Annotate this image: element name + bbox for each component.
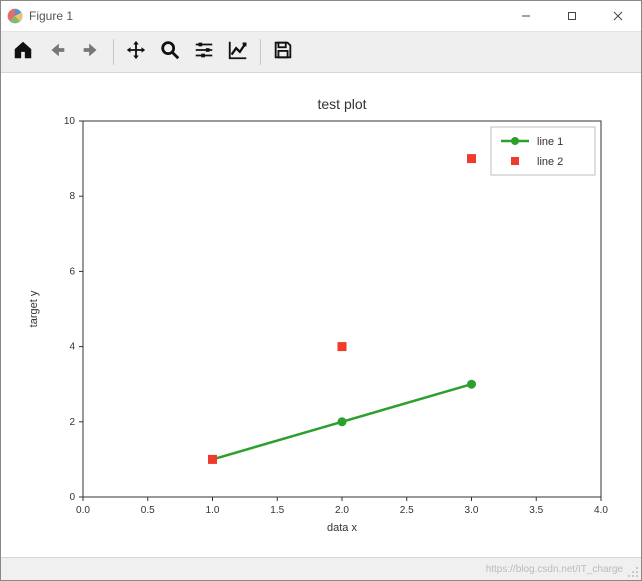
toolbar-separator (113, 39, 114, 65)
home-icon (12, 39, 34, 66)
figure-window: Figure 1 (0, 0, 642, 581)
forward-button[interactable] (75, 36, 107, 68)
save-button[interactable] (267, 36, 299, 68)
titlebar: Figure 1 (1, 1, 641, 32)
edit-axis-button[interactable] (222, 36, 254, 68)
resize-grip-icon[interactable] (627, 566, 639, 578)
svg-text:3.5: 3.5 (529, 505, 543, 516)
svg-text:target y: target y (28, 290, 40, 327)
svg-text:4: 4 (69, 342, 75, 353)
svg-text:2.0: 2.0 (335, 505, 349, 516)
svg-text:data x: data x (327, 522, 357, 534)
sliders-icon (193, 39, 215, 66)
back-button[interactable] (41, 36, 73, 68)
configure-subplots-button[interactable] (188, 36, 220, 68)
save-icon (272, 39, 294, 66)
move-icon (125, 39, 147, 66)
svg-text:4.0: 4.0 (594, 505, 608, 516)
window-buttons (503, 1, 641, 31)
svg-text:2.5: 2.5 (400, 505, 414, 516)
close-button[interactable] (595, 1, 641, 31)
watermark-text: https://blog.csdn.net/IT_charge (486, 564, 623, 575)
titlebar-left: Figure 1 (7, 8, 73, 24)
svg-text:0.5: 0.5 (141, 505, 155, 516)
svg-text:8: 8 (69, 191, 75, 202)
svg-text:6: 6 (69, 266, 75, 277)
search-icon (159, 39, 181, 66)
svg-text:line 1: line 1 (537, 136, 563, 148)
svg-text:0.0: 0.0 (76, 505, 90, 516)
toolbar-separator (260, 39, 261, 65)
matplotlib-app-icon (7, 8, 23, 24)
chart-line-icon (227, 39, 249, 66)
svg-text:1.5: 1.5 (270, 505, 284, 516)
svg-text:0: 0 (69, 492, 75, 503)
pan-button[interactable] (120, 36, 152, 68)
svg-text:10: 10 (64, 116, 76, 127)
arrow-right-icon (80, 39, 102, 66)
arrow-left-icon (46, 39, 68, 66)
svg-text:line 2: line 2 (537, 156, 563, 168)
maximize-button[interactable] (549, 1, 595, 31)
zoom-button[interactable] (154, 36, 186, 68)
plot-svg: 0.0 0.5 1.0 1.5 2.0 2.5 3.0 3.5 4.0 0 2 4 6 8 10 test p… (1, 73, 641, 557)
svg-text:1.0: 1.0 (206, 505, 220, 516)
minimize-button[interactable] (503, 1, 549, 31)
home-button[interactable] (7, 36, 39, 68)
statusbar: https://blog.csdn.net/IT_charge (1, 557, 641, 580)
window-title: Figure 1 (29, 9, 73, 23)
plot-area[interactable]: 0.0 0.5 1.0 1.5 2.0 2.5 3.0 3.5 4.0 0 2 4 6 8 10 test p… (1, 73, 641, 557)
svg-text:test plot: test plot (317, 96, 366, 112)
toolbar (1, 32, 641, 73)
svg-text:2: 2 (69, 417, 75, 428)
svg-text:3.0: 3.0 (465, 505, 479, 516)
